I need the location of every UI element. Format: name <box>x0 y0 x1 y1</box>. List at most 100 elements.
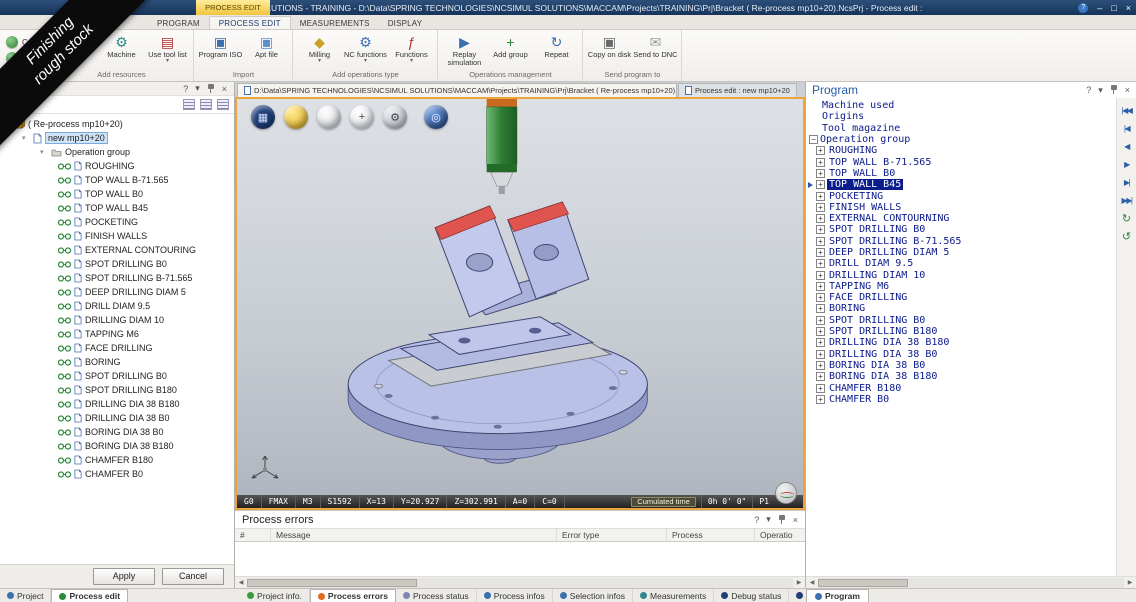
step-forward-icon[interactable]: ▶| <box>1124 178 1129 188</box>
operation-row[interactable]: FINISH WALLS <box>0 229 234 243</box>
help-icon[interactable]: ? <box>183 84 188 94</box>
expand-icon[interactable]: + <box>816 304 825 313</box>
ribbon-button[interactable]: ◆ Milling ▾ <box>296 32 342 64</box>
minimize-icon[interactable]: – <box>1097 3 1102 13</box>
ribbon-tab[interactable]: MEASUREMENTS <box>291 17 379 29</box>
zoom-icon[interactable]: + <box>350 105 374 129</box>
close-icon[interactable]: × <box>1126 3 1131 13</box>
ribbon-tab[interactable]: PROCESS EDIT <box>209 16 291 29</box>
ribbon-tab[interactable]: DISPLAY <box>379 17 432 29</box>
expand-icon[interactable]: + <box>816 225 825 234</box>
skip-first-icon[interactable]: |◀◀ <box>1122 106 1132 116</box>
cancel-button[interactable]: Cancel <box>162 568 224 585</box>
layout-list-icon[interactable] <box>183 99 195 110</box>
operation-row[interactable]: BORING DIA 38 B180 <box>0 439 234 453</box>
expand-icon[interactable]: + <box>816 361 825 370</box>
program-operation-row[interactable]: + TOP WALL B0 <box>808 168 1116 179</box>
operation-row[interactable]: SPOT DRILLING B-71.565 <box>0 271 234 285</box>
info-tab[interactable]: Project info. <box>240 589 310 602</box>
help-icon[interactable]: ? <box>754 515 759 525</box>
expander-icon[interactable]: ▾ <box>40 148 48 156</box>
operation-row[interactable]: TAPPING M6 <box>0 327 234 341</box>
ribbon-button[interactable]: ƒ Functions ▾ <box>388 32 434 64</box>
expand-icon[interactable]: + <box>816 316 825 325</box>
stock-ball-icon[interactable] <box>317 105 341 129</box>
operation-row[interactable]: DRILLING DIA 38 B0 <box>0 411 234 425</box>
ribbon-button[interactable]: ✉ Send to DNC <box>632 32 678 59</box>
ribbon-button[interactable]: ▦ Setup <box>52 32 98 59</box>
chevron-down-icon[interactable]: ▾ <box>17 101 21 109</box>
refresh-icon[interactable]: ↺ <box>1122 232 1131 242</box>
document-tab-project[interactable]: D:\Data\SPRING TECHNOLOGIES\NCSIMUL SOLU… <box>237 83 677 97</box>
ribbon-button[interactable]: ▶ Replay simulation <box>441 32 487 68</box>
program-operation-row[interactable]: + SPOT DRILLING B0 <box>808 224 1116 235</box>
expand-icon[interactable]: + <box>816 384 825 393</box>
program-tree-item[interactable]: Origins <box>808 111 1116 122</box>
info-tab[interactable]: Selection infos <box>553 589 633 602</box>
prev-block-icon[interactable]: |◀ <box>1124 124 1129 134</box>
layout-tree-icon[interactable] <box>217 99 229 110</box>
clipboard-button[interactable]: Paste <box>3 51 45 65</box>
program-operation-row[interactable]: + SPOT DRILLING B-71.565 <box>808 236 1116 247</box>
operation-row[interactable]: BORING DIA 38 B0 <box>0 425 234 439</box>
ribbon-button[interactable]: ▣ Program ISO <box>197 32 243 59</box>
program-operation-row[interactable]: + DEEP DRILLING DIAM 5 <box>808 247 1116 258</box>
program-operation-row[interactable]: + BORING <box>808 303 1116 314</box>
workspace-tab[interactable]: Process edit <box>51 589 128 602</box>
menu-icon[interactable]: ▾ <box>766 514 771 525</box>
apply-button[interactable]: Apply <box>93 568 155 585</box>
program-tree-item[interactable]: Machine used <box>808 100 1116 111</box>
tool-ball-icon[interactable] <box>284 105 308 129</box>
pin-icon[interactable] <box>778 515 786 525</box>
gear-icon[interactable]: ⚙ <box>383 105 407 129</box>
workspace-tab[interactable]: Project <box>0 589 51 602</box>
horizontal-scrollbar[interactable]: ◀ ▶ <box>806 576 1136 588</box>
expand-icon[interactable]: + <box>816 338 825 347</box>
operation-row[interactable]: DRILL DIAM 9.5 <box>0 299 234 313</box>
tree-root[interactable]: ▾ ( Re-process mp10+20) <box>0 117 234 131</box>
expand-icon[interactable]: + <box>816 248 825 257</box>
info-tab[interactable]: Process status <box>396 589 477 602</box>
tree-item-operation-group[interactable]: ▾ Operation group <box>0 145 234 159</box>
column-header[interactable]: Process <box>667 529 755 541</box>
expander-icon[interactable]: ▾ <box>4 120 12 128</box>
info-tab[interactable]: Debug status <box>714 589 789 602</box>
expand-icon[interactable]: + <box>816 395 825 404</box>
scrollbar-thumb[interactable] <box>247 579 417 587</box>
program-operation-row[interactable]: + BORING DIA 38 B0 <box>808 360 1116 371</box>
program-operation-row[interactable]: + EXTERNAL CONTOURNING <box>808 213 1116 224</box>
expand-icon[interactable]: + <box>816 237 825 246</box>
expand-icon[interactable]: + <box>816 192 825 201</box>
scroll-left-icon[interactable]: ◀ <box>235 579 247 586</box>
clipboard-button[interactable]: Copy <box>3 35 44 49</box>
step-back-icon[interactable]: ◀ <box>1124 142 1129 152</box>
operation-row[interactable]: TOP WALL B45 <box>0 201 234 215</box>
loop-icon[interactable]: ↻ <box>1122 214 1131 224</box>
operation-row[interactable]: DEEP DRILLING DIAM 5 <box>0 285 234 299</box>
machine-view-icon[interactable]: ▦ <box>251 105 275 129</box>
program-operation-row[interactable]: + ROUGHING <box>808 145 1116 156</box>
program-operation-row[interactable]: + BORING DIA 38 B180 <box>808 371 1116 382</box>
info-tab[interactable]: Process infos <box>477 589 553 602</box>
expand-icon[interactable]: + <box>816 203 825 212</box>
program-operation-row[interactable]: + FACE DRILLING <box>808 292 1116 303</box>
expand-icon[interactable]: + <box>816 169 825 178</box>
ribbon-button[interactable]: ▤ Use tool list ▾ <box>144 32 190 64</box>
program-operation-row[interactable]: + POCKETING <box>808 190 1116 201</box>
document-tab-process-edit[interactable]: Process edit : new mp10+20 <box>678 83 797 97</box>
viewport-3d[interactable]: ▦ + ⚙ ◎ <box>235 97 805 510</box>
pin-icon[interactable] <box>207 84 215 94</box>
close-icon[interactable]: × <box>1125 85 1130 95</box>
expand-icon[interactable]: + <box>816 327 825 336</box>
scroll-right-icon[interactable]: ▶ <box>1124 579 1136 586</box>
program-tree-group[interactable]: − Operation group <box>808 134 1116 145</box>
pin-icon[interactable] <box>1110 85 1118 95</box>
operation-row[interactable]: CHAMFER B180 <box>0 453 234 467</box>
expand-icon[interactable]: + <box>816 259 825 268</box>
column-header[interactable]: Operatio <box>755 529 805 541</box>
operation-row[interactable]: CHAMFER B0 <box>0 467 234 481</box>
filter-icon[interactable] <box>5 100 14 109</box>
orbit-widget[interactable] <box>775 482 797 504</box>
program-operation-row[interactable]: + SPOT DRILLING B180 <box>808 326 1116 337</box>
ribbon-button[interactable]: ⚙ NC functions ▾ <box>342 32 388 64</box>
